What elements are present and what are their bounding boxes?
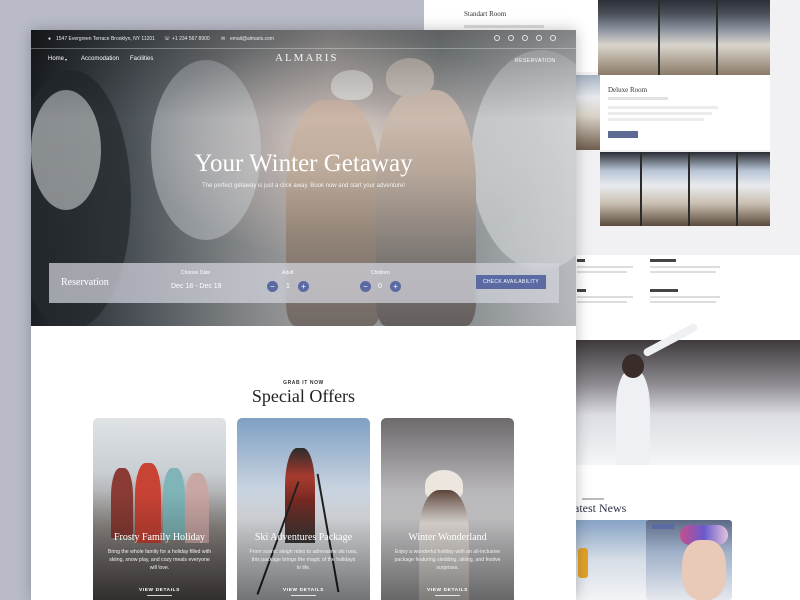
- children-label: Children: [371, 270, 390, 276]
- adult-label: Adult: [282, 270, 294, 276]
- phone-text[interactable]: +1 234 567 8900: [172, 36, 210, 42]
- offer-card[interactable]: Frosty Family Holiday Bring the whole fa…: [93, 418, 226, 600]
- hero-title: Your Winter Getaway: [194, 150, 413, 177]
- offer-card[interactable]: Winter Wonderland Enjoy a wonderful holi…: [381, 418, 514, 600]
- amenity-fitness-center: [650, 259, 750, 273]
- date-picker[interactable]: Dec 18 - Dec 19: [171, 283, 222, 290]
- logo[interactable]: ALMARIS: [275, 52, 339, 64]
- location-icon: ●: [48, 36, 52, 42]
- reservation-link[interactable]: RESERVATION: [515, 58, 556, 64]
- chevron-down-icon: ▾: [65, 57, 68, 62]
- instagram-icon[interactable]: [550, 35, 556, 41]
- children-count: 0: [378, 283, 382, 290]
- facebook-icon[interactable]: [494, 35, 500, 41]
- view-details-link[interactable]: VIEW DETAILS: [237, 588, 370, 596]
- nav-accomodation[interactable]: Accomodation: [81, 56, 119, 62]
- address-text: 1547 Evergreen Terrace Brooklyn, NY 1120…: [56, 36, 155, 42]
- x-icon[interactable]: [508, 35, 514, 41]
- news-image-2[interactable]: [646, 520, 732, 600]
- offer-card-title: Ski Adventures Package: [254, 532, 353, 543]
- deluxe-room-meta: [608, 97, 668, 100]
- topbar-divider: [31, 48, 576, 49]
- latest-news-section: atest News: [574, 465, 800, 600]
- email-text[interactable]: email@almaris.com: [230, 36, 274, 42]
- reservation-bar: Reservation Choose Date Dec 18 - Dec 19 …: [49, 263, 559, 303]
- check-availability-button[interactable]: CHECK AVAILABILITY: [476, 275, 546, 289]
- hero-section: ● 1547 Evergreen Terrace Brooklyn, NY 11…: [31, 30, 576, 326]
- amenity-laundry-service: [650, 289, 750, 303]
- standard-room-meta: [464, 25, 544, 28]
- standard-room-title: Standart Room: [464, 10, 507, 18]
- adult-count: 1: [286, 283, 290, 290]
- offer-card-description: From scenic sleigh rides to adrenaline s…: [249, 549, 358, 571]
- suite-room-image: [600, 152, 770, 226]
- hero-subtitle: The perfect getaway is just a click away…: [202, 183, 405, 189]
- date-label: Choose Date: [181, 270, 211, 276]
- reservation-label: Reservation: [61, 277, 109, 288]
- offer-card-title: Winter Wonderland: [408, 532, 487, 543]
- top-bar: ● 1547 Evergreen Terrace Brooklyn, NY 11…: [31, 30, 576, 48]
- adult-plus-button[interactable]: +: [298, 281, 309, 292]
- nav-facilities[interactable]: Facilities: [130, 56, 153, 62]
- phone-icon: ☏: [164, 36, 171, 42]
- pinterest-icon[interactable]: [536, 35, 542, 41]
- children-minus-button[interactable]: −: [360, 281, 371, 292]
- view-details-link[interactable]: VIEW DETAILS: [381, 588, 514, 596]
- email-icon: ✉: [221, 36, 226, 42]
- homepage-preview: ● 1547 Evergreen Terrace Brooklyn, NY 11…: [31, 30, 576, 600]
- winter-activity-image: [574, 322, 800, 465]
- adult-minus-button[interactable]: −: [267, 281, 278, 292]
- offer-card-description: Bring the whole family for a holiday fil…: [107, 549, 212, 571]
- standard-room-image: [598, 0, 770, 75]
- deluxe-room-title: Deluxe Room: [608, 86, 648, 94]
- latest-news-title: atest News: [574, 501, 627, 515]
- view-details-link[interactable]: VIEW DETAILS: [93, 588, 226, 596]
- nav-home[interactable]: Home: [48, 56, 64, 62]
- offer-card-description: Enjoy a wonderful holiday with an all-in…: [394, 549, 501, 571]
- deluxe-room-card: Deluxe Room: [600, 75, 770, 150]
- youtube-icon[interactable]: [522, 35, 528, 41]
- offer-card[interactable]: Ski Adventures Package From scenic sleig…: [237, 418, 370, 600]
- deluxe-room-view-button[interactable]: [608, 131, 638, 138]
- children-plus-button[interactable]: +: [390, 281, 401, 292]
- deluxe-room-image: [574, 75, 600, 150]
- offers-title: Special Offers: [251, 386, 356, 406]
- offer-card-title: Frosty Family Holiday: [113, 532, 206, 543]
